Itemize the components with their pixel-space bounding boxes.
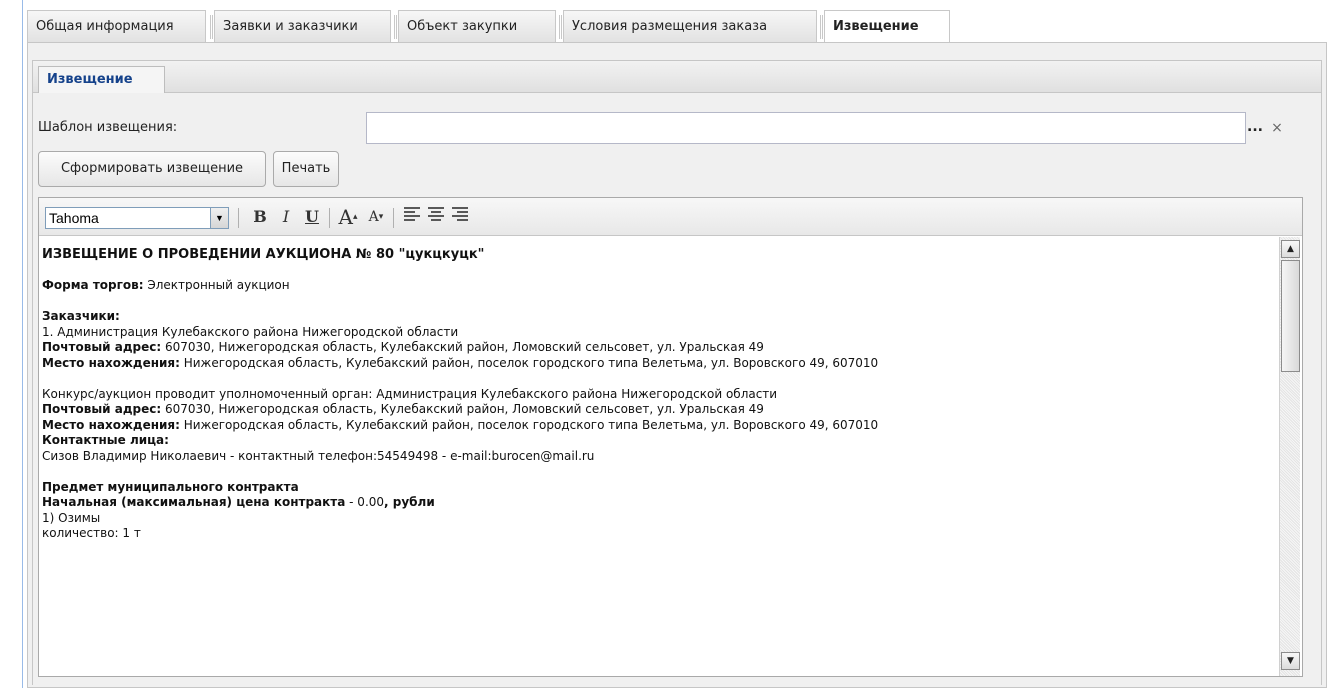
align-right-icon [452, 207, 468, 221]
tab-separator [210, 15, 213, 39]
doc-title: ИЗВЕЩЕНИЕ О ПРОВЕДЕНИИ АУКЦИОНА № 80 "цу… [42, 247, 485, 262]
template-label: Шаблон извещения: [38, 120, 178, 135]
tab-label: Объект закупки [407, 19, 518, 34]
notice-document[interactable]: ИЗВЕЩЕНИЕ О ПРОВЕДЕНИИ АУКЦИОНА № 80 "цу… [39, 237, 1277, 676]
form-label: Форма торгов: [42, 278, 144, 292]
subtab-label: Извещение [47, 72, 133, 87]
tab-separator [820, 15, 823, 39]
doc-customer-1: 1. Администрация Кулебакского района Ниж… [42, 324, 459, 339]
rich-text-editor: Tahoma ▼ B I U A▴ A▾ ИЗВЕЩЕНИЕ О ПРОВЕДЕ… [38, 197, 1303, 677]
tab-order-conditions[interactable]: Условия размещения заказа [559, 10, 817, 42]
tab-general-info[interactable]: Общая информация [27, 10, 206, 42]
doc-organizer-postal-line: Почтовый адрес: 607030, Нижегородская об… [42, 402, 764, 416]
clear-icon[interactable]: × [1269, 121, 1285, 137]
generate-notice-button[interactable]: Сформировать извещение [38, 151, 266, 187]
vertical-scrollbar[interactable]: ▲ ▼ [1279, 237, 1300, 676]
up-arrow-icon: ▴ [352, 212, 358, 222]
subtab-notice[interactable]: Извещение [38, 66, 165, 94]
underline-button[interactable]: U [301, 206, 323, 228]
tab-label: Извещение [833, 19, 919, 34]
scroll-up-icon[interactable]: ▲ [1281, 240, 1300, 258]
print-button[interactable]: Печать [273, 151, 339, 187]
shrink-font-button[interactable]: A▾ [365, 206, 387, 228]
notice-content: Шаблон извещения: ... × Сформировать изв… [32, 93, 1322, 685]
font-family-select[interactable]: Tahoma ▼ [45, 207, 229, 229]
doc-contact: Сизов Владимир Николаевич - контактный т… [42, 448, 595, 463]
align-center-icon [428, 207, 444, 221]
browse-button[interactable]: ... [1246, 120, 1264, 140]
sub-tab-bar: Извещение [32, 60, 1322, 94]
tab-label: Общая информация [36, 19, 174, 34]
doc-postal-line: Почтовый адрес: 607030, Нижегородская об… [42, 340, 764, 354]
bold-button[interactable]: B [249, 206, 271, 228]
italic-button[interactable]: I [275, 206, 297, 228]
editor-toolbar: Tahoma ▼ B I U A▴ A▾ [39, 198, 1302, 236]
doc-form-line: Форма торгов: Электронный аукцион [42, 278, 1277, 294]
doc-item-1: 1) Озимы [42, 510, 101, 525]
outer-border [22, 0, 23, 688]
tab-label: Заявки и заказчики [223, 19, 358, 34]
doc-price-line: Начальная (максимальная) цена контракта … [42, 495, 435, 509]
main-tab-bar: Общая информация Заявки и заказчики Объе… [27, 10, 1327, 42]
scroll-thumb[interactable] [1281, 260, 1300, 372]
toolbar-separator [238, 208, 239, 228]
grow-font-button[interactable]: A▴ [337, 206, 359, 228]
doc-organizer: Конкурс/аукцион проводит уполномоченный … [42, 386, 778, 401]
doc-subject-heading: Предмет муниципального контракта [42, 479, 299, 494]
doc-customers-heading: Заказчики: [42, 309, 120, 323]
doc-organizer-location-line: Место нахождения: Нижегородская область,… [42, 417, 879, 432]
template-field[interactable] [366, 112, 1246, 144]
font-family-value: Tahoma [49, 210, 99, 226]
form-value: Электронный аукцион [143, 278, 290, 292]
notice-panel: Извещение Шаблон извещения: ... × Сформи… [27, 42, 1327, 688]
shrink-font-icon: A [368, 209, 379, 225]
toolbar-separator [329, 208, 330, 228]
align-center-button[interactable] [425, 206, 447, 228]
doc-contacts-heading: Контактные лица: [42, 433, 169, 447]
tab-procurement-object[interactable]: Объект закупки [394, 10, 556, 42]
tab-separator [559, 15, 562, 39]
grow-font-icon: A [338, 205, 353, 229]
toolbar-separator [393, 208, 394, 228]
align-left-icon [404, 207, 420, 221]
align-left-button[interactable] [401, 206, 423, 228]
align-right-button[interactable] [449, 206, 471, 228]
down-arrow-icon: ▾ [378, 212, 384, 222]
doc-location-line: Место нахождения: Нижегородская область,… [42, 355, 879, 370]
scroll-down-icon[interactable]: ▼ [1281, 652, 1300, 670]
tab-applications-customers[interactable]: Заявки и заказчики [210, 10, 391, 42]
doc-quantity: количество: 1 т [42, 526, 141, 540]
tab-separator [394, 15, 397, 39]
tab-label: Условия размещения заказа [572, 19, 768, 34]
dropdown-arrow-icon[interactable]: ▼ [210, 208, 228, 228]
tab-notice[interactable]: Извещение [820, 10, 950, 42]
